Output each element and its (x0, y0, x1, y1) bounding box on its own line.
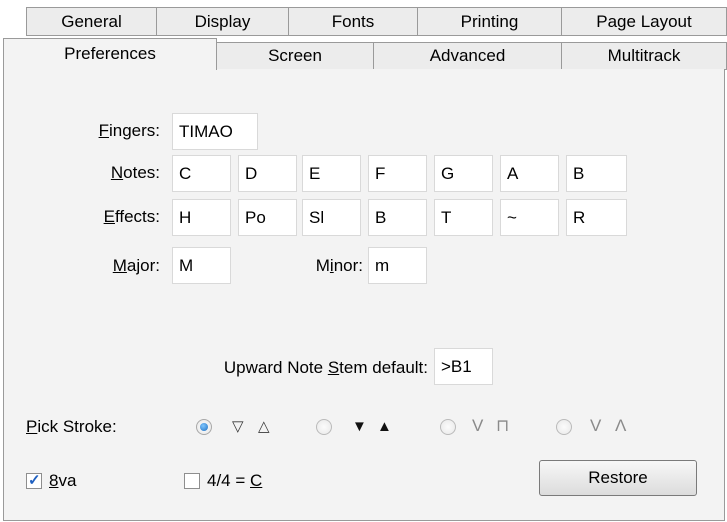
major-label: Major: (112, 256, 160, 275)
eightva-label: 8va (49, 471, 77, 490)
note-d-field[interactable]: D (238, 155, 297, 192)
four-four-common-time-checkbox[interactable] (184, 473, 200, 489)
note-a-field[interactable]: A (500, 155, 559, 192)
up-bow-v-icon: V (472, 416, 484, 435)
down-stroke-filled-icon: ▼ (352, 418, 367, 435)
major-field[interactable]: M (172, 247, 231, 284)
note-b-field[interactable]: B (566, 155, 627, 192)
up-stroke-outline-icon: △ (258, 418, 270, 435)
pick-stroke-radio-1[interactable] (196, 419, 212, 435)
stem-label: Upward Note Stem default: (223, 358, 428, 377)
tab-preferences[interactable]: Preferences (3, 38, 217, 70)
lambda-stroke-icon: Λ (615, 416, 627, 435)
tab-screen[interactable]: Screen (216, 42, 374, 70)
up-stroke-filled-icon: ▲ (377, 418, 392, 435)
four-four-label: 4/4 = C (207, 471, 263, 490)
fingers-field[interactable]: TIMAO (172, 113, 258, 150)
tab-printing[interactable]: Printing (417, 7, 562, 36)
pick-stroke-label: Pick Stroke: (26, 417, 117, 436)
tab-advanced[interactable]: Advanced (373, 42, 562, 70)
effect-tap-field[interactable]: T (434, 199, 493, 236)
pick-stroke-radio-4[interactable] (556, 419, 572, 435)
effect-slide-field[interactable]: Sl (302, 199, 361, 236)
restore-button[interactable]: Restore (539, 460, 697, 496)
stem-default-field[interactable]: >B1 (434, 348, 493, 385)
pick-stroke-radio-3[interactable] (440, 419, 456, 435)
note-f-field[interactable]: F (368, 155, 427, 192)
note-c-field[interactable]: C (172, 155, 231, 192)
note-g-field[interactable]: G (434, 155, 493, 192)
down-bow-bracket-icon: ⊓ (496, 416, 510, 435)
eightva-checkbox[interactable] (26, 471, 42, 489)
effect-bend-field[interactable]: B (368, 199, 427, 236)
effect-release-field[interactable]: R (566, 199, 627, 236)
note-e-field[interactable]: E (302, 155, 361, 192)
tab-display[interactable]: Display (156, 7, 289, 36)
tab-fonts[interactable]: Fonts (288, 7, 418, 36)
effect-vibrato-field[interactable]: ~ (500, 199, 559, 236)
tab-general[interactable]: General (26, 7, 157, 36)
effect-pulloff-field[interactable]: Po (238, 199, 297, 236)
down-stroke-outline-icon: ▽ (232, 418, 244, 435)
effects-label: Effects: (103, 207, 160, 226)
notes-label: Notes: (110, 163, 160, 182)
effect-hammer-field[interactable]: H (172, 199, 231, 236)
fingers-label: Fingers: (98, 121, 160, 140)
tab-multitrack[interactable]: Multitrack (561, 42, 727, 70)
minor-label: Minor: (315, 256, 363, 275)
tab-page-layout[interactable]: Page Layout (561, 7, 727, 36)
minor-field[interactable]: m (368, 247, 427, 284)
v-stroke-icon: V (590, 416, 602, 435)
pick-stroke-radio-2[interactable] (316, 419, 332, 435)
